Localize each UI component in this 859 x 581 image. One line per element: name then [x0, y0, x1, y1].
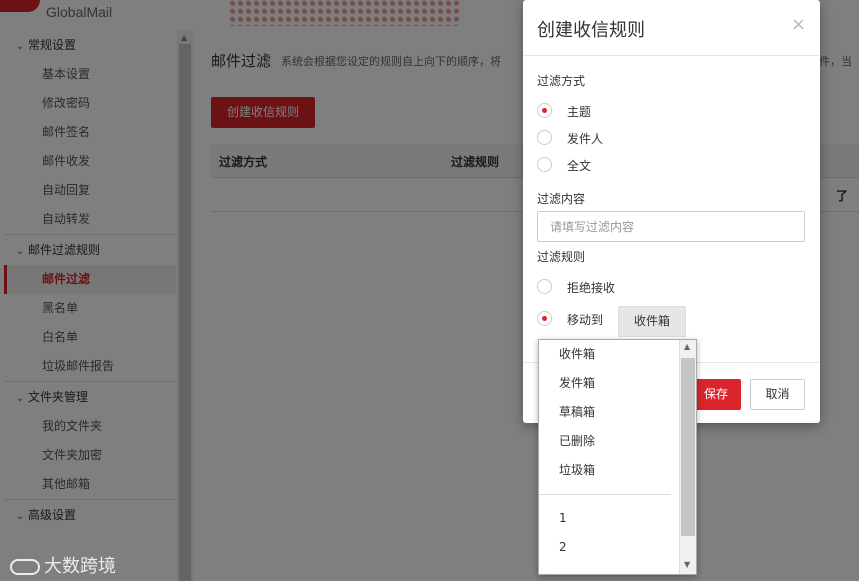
- dropdown-option-drafts[interactable]: 草稿箱: [539, 398, 679, 427]
- dropdown-option-sent[interactable]: 发件箱: [539, 369, 679, 398]
- dropdown-option-custom-2[interactable]: 2: [539, 533, 679, 562]
- scroll-up-icon[interactable]: ▲: [684, 342, 690, 351]
- radio-button[interactable]: [537, 311, 552, 326]
- dropdown-option-trash[interactable]: 垃圾箱: [539, 456, 679, 485]
- cancel-button[interactable]: 取消: [750, 379, 805, 410]
- filter-rule-label: 过滤规则: [537, 250, 586, 264]
- radio-button[interactable]: [537, 157, 552, 172]
- save-button[interactable]: 保存: [691, 379, 741, 410]
- close-icon[interactable]: ×: [791, 14, 806, 35]
- filter-content-input[interactable]: [537, 211, 805, 242]
- scrollbar-thumb[interactable]: [681, 358, 695, 536]
- radio-button[interactable]: [537, 103, 552, 118]
- move-target-select[interactable]: 收件箱: [618, 306, 686, 337]
- filter-content-label: 过滤内容: [537, 192, 586, 206]
- radio-button[interactable]: [537, 279, 552, 294]
- watermark-logo-icon: [10, 559, 40, 575]
- filter-method-label: 过滤方式: [537, 74, 586, 88]
- dialog-header: 创建收信规则 ×: [523, 0, 820, 56]
- scroll-down-icon[interactable]: ▼: [684, 560, 690, 569]
- dialog-title: 创建收信规则: [537, 20, 645, 41]
- radio-button[interactable]: [537, 130, 552, 145]
- dropdown-scrollbar[interactable]: ▲ ▼: [679, 340, 696, 574]
- dropdown-option-deleted[interactable]: 已删除: [539, 427, 679, 456]
- dropdown-divider: [539, 494, 671, 495]
- watermark: 大数跨境: [10, 552, 116, 578]
- dropdown-option-inbox[interactable]: 收件箱: [539, 340, 679, 369]
- dropdown-option-custom-1[interactable]: 1: [539, 504, 679, 533]
- folder-dropdown-list: 收件箱 发件箱 草稿箱 已删除 垃圾箱 1 2 ▲ ▼: [538, 339, 697, 575]
